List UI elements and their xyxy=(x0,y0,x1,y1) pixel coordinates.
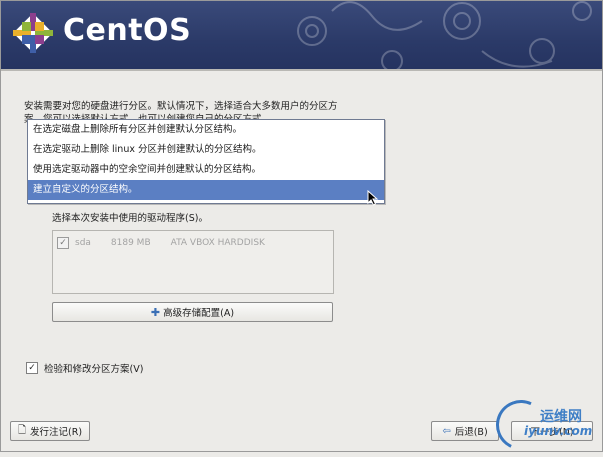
disk-size: 8189 MB xyxy=(110,238,151,248)
driver-selection-label: 选择本次安装中使用的驱动程序(S)。 xyxy=(52,213,208,224)
back-button[interactable]: ⇦ 后退(B) xyxy=(431,421,499,441)
review-partition-option[interactable]: ✓ 检验和修改分区方案(V) xyxy=(26,361,143,375)
dropdown-option-remove-all[interactable]: 在选定磁盘上删除所有分区并创建默认分区结构。 xyxy=(28,120,384,140)
arrow-left-icon: ⇦ xyxy=(442,425,451,437)
disk-name: sda xyxy=(75,238,91,248)
disk-model: ATA VBOX HARDDISK xyxy=(170,238,265,248)
release-notes-button[interactable]: 🗋 发行注记(R) xyxy=(10,421,90,441)
review-checkbox-label: 检验和修改分区方案(V) xyxy=(44,364,144,375)
dropdown-option-custom[interactable]: 建立自定义的分区结构。 xyxy=(28,180,384,200)
header-banner: CentOS xyxy=(1,1,602,69)
release-notes-label: 发行注记(R) xyxy=(30,427,83,438)
advanced-storage-label: 高级存储配置(A) xyxy=(163,308,235,319)
disk-checkbox[interactable]: ✓ xyxy=(57,237,69,249)
dropdown-option-use-free-space[interactable]: 使用选定驱动器中的空余空间并创建默认的分区结构。 xyxy=(28,160,384,180)
centos-logo-icon xyxy=(13,13,53,53)
advanced-storage-button[interactable]: ✚ 高级存储配置(A) xyxy=(52,302,333,322)
disk-list: ✓ sda 8189 MB ATA VBOX HARDDISK xyxy=(52,230,334,294)
floral-decoration xyxy=(297,1,592,69)
watermark-line2: iyunv.com xyxy=(524,424,593,438)
disk-row: ✓ sda 8189 MB ATA VBOX HARDDISK xyxy=(57,236,285,250)
mouse-cursor-icon xyxy=(367,190,379,206)
back-label: 后退(B) xyxy=(454,427,488,438)
review-checkbox[interactable]: ✓ xyxy=(26,362,38,374)
watermark-line1: 运维网 xyxy=(540,409,582,425)
site-watermark: 运维网 iyunv.com xyxy=(488,392,598,457)
brand-wordmark: CentOS xyxy=(63,13,192,48)
plus-icon: ✚ xyxy=(150,305,161,319)
partition-type-dropdown[interactable]: 在选定磁盘上删除所有分区并创建默认分区结构。 在选定驱动上删除 linux 分区… xyxy=(27,119,385,204)
notes-icon: 🗋 xyxy=(17,424,27,436)
dropdown-option-remove-linux[interactable]: 在选定驱动上删除 linux 分区并创建默认的分区结构。 xyxy=(28,140,384,160)
header-divider xyxy=(1,69,602,71)
